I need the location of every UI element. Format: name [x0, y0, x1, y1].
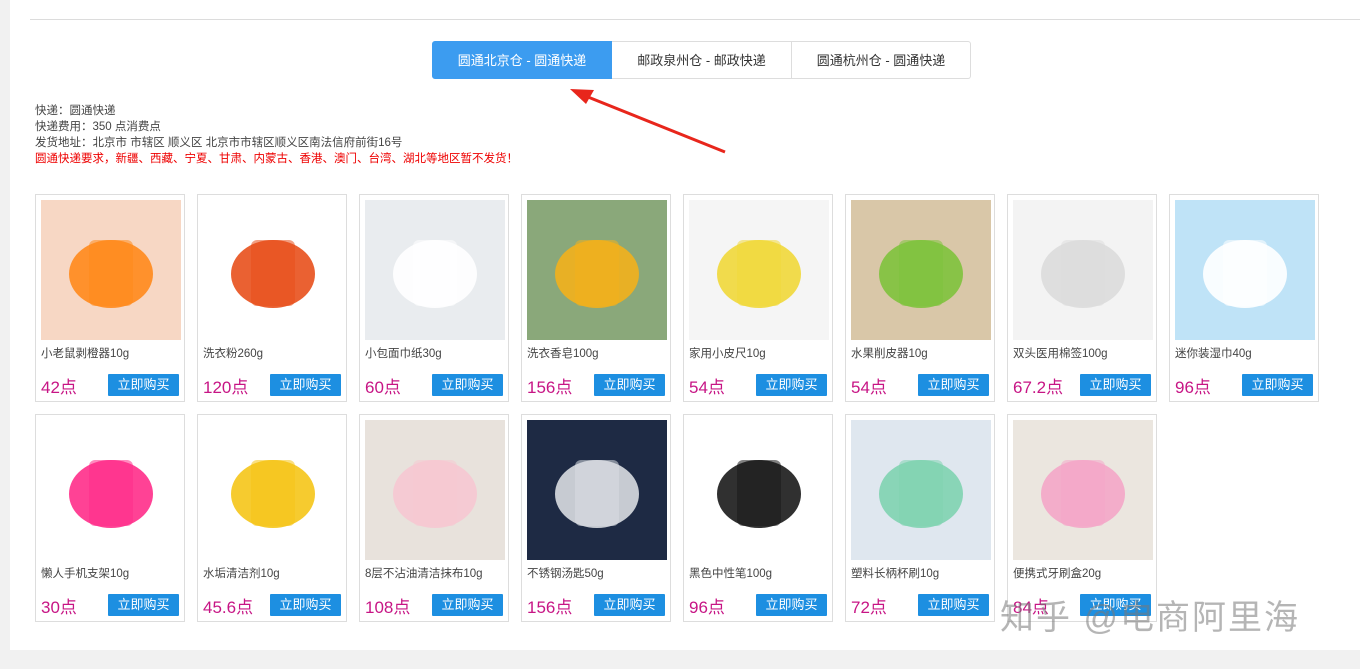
product-price: 60点 — [365, 378, 401, 397]
product-image[interactable] — [851, 420, 991, 560]
gel-pens-icon — [689, 420, 829, 560]
product-card[interactable]: 水果削皮器10g 54点 立即购买 — [845, 194, 995, 402]
red-arrow-annotation — [570, 89, 726, 154]
soap-bar-icon — [527, 200, 667, 340]
product-name[interactable]: 家用小皮尺10g — [689, 345, 766, 361]
wet-wipes-icon — [1175, 200, 1315, 340]
tape-measure-icon — [689, 200, 829, 340]
product-card[interactable]: 洗衣香皂100g 156点 立即购买 — [521, 194, 671, 402]
buy-now-button[interactable]: 立即购买 — [432, 374, 503, 396]
buy-now-button[interactable]: 立即购买 — [270, 374, 341, 396]
buy-now-button[interactable]: 立即购买 — [918, 594, 989, 616]
product-name[interactable]: 懒人手机支架10g — [41, 565, 129, 581]
product-price: 54点 — [851, 378, 887, 397]
product-image[interactable] — [365, 200, 505, 340]
buy-now-button[interactable]: 立即购买 — [594, 374, 665, 396]
tissue-pack-icon — [365, 200, 505, 340]
fee-text: 快递费用：350 点消费点 — [35, 121, 161, 133]
buy-now-button[interactable]: 立即购买 — [432, 594, 503, 616]
product-image[interactable] — [1013, 420, 1153, 560]
product-price: 120点 — [203, 378, 249, 397]
fruit-peeler-icon — [851, 200, 991, 340]
product-card[interactable]: 小包面巾纸30g 60点 立即购买 — [359, 194, 509, 402]
cleaning-cloth-icon — [365, 420, 505, 560]
product-card[interactable]: 水垢清洁剂10g 45.6点 立即购买 — [197, 414, 347, 622]
warehouse-tabs: 圆通北京仓 - 圆通快递 邮政泉州仓 - 邮政快递 圆通杭州仓 - 圆通快递 — [432, 41, 971, 79]
product-card[interactable]: 不锈钢汤匙50g 156点 立即购买 — [521, 414, 671, 622]
divider — [30, 19, 1360, 20]
address-text: 发货地址：北京市 市辖区 顺义区 北京市市辖区顺义区南法信府前街16号 — [35, 137, 403, 149]
product-image[interactable] — [527, 200, 667, 340]
product-image[interactable] — [851, 200, 991, 340]
product-card[interactable]: 懒人手机支架10g 30点 立即购买 — [35, 414, 185, 622]
detergent-bag-icon — [203, 200, 343, 340]
product-price: 45.6点 — [203, 598, 254, 617]
product-card[interactable]: 迷你装湿巾40g 96点 立即购买 — [1169, 194, 1319, 402]
product-image[interactable] — [41, 420, 181, 560]
spoons-icon — [527, 420, 667, 560]
product-name[interactable]: 水垢清洁剂10g — [203, 565, 280, 581]
product-name[interactable]: 双头医用棉签100g — [1013, 345, 1108, 361]
product-image[interactable] — [1013, 200, 1153, 340]
product-price: 156点 — [527, 598, 573, 617]
tab-hangzhou-yto[interactable]: 圆通杭州仓 - 圆通快递 — [792, 41, 971, 79]
product-price: 30点 — [41, 598, 77, 617]
buy-now-button[interactable]: 立即购买 — [756, 594, 827, 616]
product-price: 67.2点 — [1013, 378, 1064, 397]
product-price: 96点 — [689, 598, 725, 617]
phone-stand-icon — [41, 420, 181, 560]
product-name[interactable]: 洗衣香皂100g — [527, 345, 599, 361]
product-price: 54点 — [689, 378, 725, 397]
product-image[interactable] — [41, 200, 181, 340]
buy-now-button[interactable]: 立即购买 — [108, 374, 179, 396]
product-price: 156点 — [527, 378, 573, 397]
product-price: 72点 — [851, 598, 887, 617]
buy-now-button[interactable]: 立即购买 — [594, 594, 665, 616]
product-card[interactable]: 塑料长柄杯刷10g 72点 立即购买 — [845, 414, 995, 622]
tab-quanzhou-post[interactable]: 邮政泉州仓 - 邮政快递 — [612, 41, 792, 79]
product-name[interactable]: 洗衣粉260g — [203, 345, 263, 361]
product-price: 42点 — [41, 378, 77, 397]
buy-now-button[interactable]: 立即购买 — [1080, 374, 1151, 396]
cup-brush-icon — [851, 420, 991, 560]
product-name[interactable]: 迷你装湿巾40g — [1175, 345, 1252, 361]
cotton-swabs-icon — [1013, 200, 1153, 340]
product-name[interactable]: 水果削皮器10g — [851, 345, 928, 361]
product-name[interactable]: 小老鼠剥橙器10g — [41, 345, 129, 361]
product-image[interactable] — [365, 420, 505, 560]
product-image[interactable] — [689, 200, 829, 340]
product-image[interactable] — [689, 420, 829, 560]
shipping-warning: 圆通快递要求，新疆、西藏、宁夏、甘肃、内蒙古、香港、澳门、台湾、湖北等地区暂不发… — [35, 153, 518, 165]
buy-now-button[interactable]: 立即购买 — [1242, 374, 1313, 396]
shipping-info: 快递：圆通快递 快递费用：350 点消费点 发货地址：北京市 市辖区 顺义区 北… — [35, 103, 518, 167]
buy-now-button[interactable]: 立即购买 — [756, 374, 827, 396]
product-name[interactable]: 黑色中性笔100g — [689, 565, 772, 581]
descaler-icon — [203, 420, 343, 560]
buy-now-button[interactable]: 立即购买 — [918, 374, 989, 396]
product-card[interactable]: 小老鼠剥橙器10g 42点 立即购买 — [35, 194, 185, 402]
product-image[interactable] — [1175, 200, 1315, 340]
product-price: 108点 — [365, 598, 411, 617]
buy-now-button[interactable]: 立即购买 — [270, 594, 341, 616]
product-image[interactable] — [527, 420, 667, 560]
product-image[interactable] — [203, 420, 343, 560]
tab-beijing-yto[interactable]: 圆通北京仓 - 圆通快递 — [432, 41, 612, 79]
express-text: 快递：圆通快递 — [35, 105, 116, 117]
product-name[interactable]: 便携式牙刷盒20g — [1013, 565, 1101, 581]
buy-now-button[interactable]: 立即购买 — [108, 594, 179, 616]
product-name[interactable]: 塑料长柄杯刷10g — [851, 565, 939, 581]
product-card[interactable]: 黑色中性笔100g 96点 立即购买 — [683, 414, 833, 622]
product-name[interactable]: 不锈钢汤匙50g — [527, 565, 604, 581]
product-card[interactable]: 家用小皮尺10g 54点 立即购买 — [683, 194, 833, 402]
product-card[interactable]: 8层不沾油清洁抹布10g 108点 立即购买 — [359, 414, 509, 622]
product-card[interactable]: 洗衣粉260g 120点 立即购买 — [197, 194, 347, 402]
product-name[interactable]: 小包面巾纸30g — [365, 345, 442, 361]
product-card[interactable]: 双头医用棉签100g 67.2点 立即购买 — [1007, 194, 1157, 402]
product-name[interactable]: 8层不沾油清洁抹布10g — [365, 565, 483, 581]
toothbrush-case-icon — [1013, 420, 1153, 560]
watermark: 知乎 @电商阿里海 — [1000, 599, 1300, 637]
orange-peeler-icon — [41, 200, 181, 340]
product-price: 96点 — [1175, 378, 1211, 397]
product-image[interactable] — [203, 200, 343, 340]
